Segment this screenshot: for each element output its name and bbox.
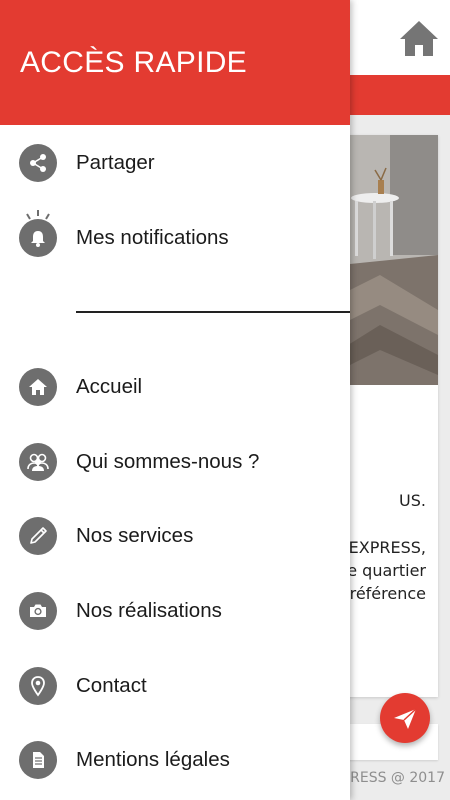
map-pin-icon (19, 667, 57, 705)
menu-item-contact[interactable]: Contact (0, 656, 350, 716)
menu-item-nos-services[interactable]: Nos services (0, 506, 350, 566)
menu-item-nos-realisations[interactable]: Nos réalisations (0, 581, 350, 641)
background-content-card: US. EXPRESS, e quartier référence (340, 135, 438, 697)
pen-icon (19, 517, 57, 555)
menu-item-label: Mes notifications (76, 226, 229, 249)
menu-item-label: Accueil (76, 375, 143, 398)
menu-item-label: Mentions légales (76, 748, 230, 771)
menu-item-partager[interactable]: Partager (0, 133, 350, 193)
background-text-line: e quartier (347, 561, 426, 580)
menu-item-label: Qui sommes-nous ? (76, 450, 260, 473)
menu-item-label: Nos réalisations (76, 599, 222, 622)
paper-plane-icon (394, 708, 417, 729)
background-text-line: EXPRESS, (348, 538, 426, 557)
bell-icon (19, 219, 57, 257)
menu-divider (76, 311, 350, 313)
interior-photo (340, 135, 438, 385)
menu-item-label: Nos services (76, 524, 194, 547)
notification-rays-icon (26, 210, 50, 220)
menu-item-mentions-legales[interactable]: Mentions légales (0, 730, 350, 790)
background-text-line: US. (399, 491, 426, 510)
menu-item-qui-sommes-nous[interactable]: Qui sommes-nous ? (0, 432, 350, 492)
drawer-header: ACCÈS RAPIDE (0, 0, 350, 125)
menu-item-accueil[interactable]: Accueil (0, 357, 350, 417)
menu-item-mes-notifications[interactable]: Mes notifications (0, 208, 350, 268)
background-text-line: référence (349, 584, 426, 603)
home-icon[interactable] (398, 18, 440, 60)
menu-item-label: Contact (76, 674, 147, 697)
contact-fab-button[interactable] (380, 693, 430, 743)
home-icon (19, 368, 57, 406)
share-icon (19, 144, 57, 182)
menu-item-label: Partager (76, 151, 155, 174)
users-icon (19, 443, 57, 481)
drawer-title: ACCÈS RAPIDE (20, 46, 247, 79)
navigation-drawer: ACCÈS RAPIDE Partager Mes notifications … (0, 0, 350, 800)
camera-icon (19, 592, 57, 630)
document-icon (19, 741, 57, 779)
